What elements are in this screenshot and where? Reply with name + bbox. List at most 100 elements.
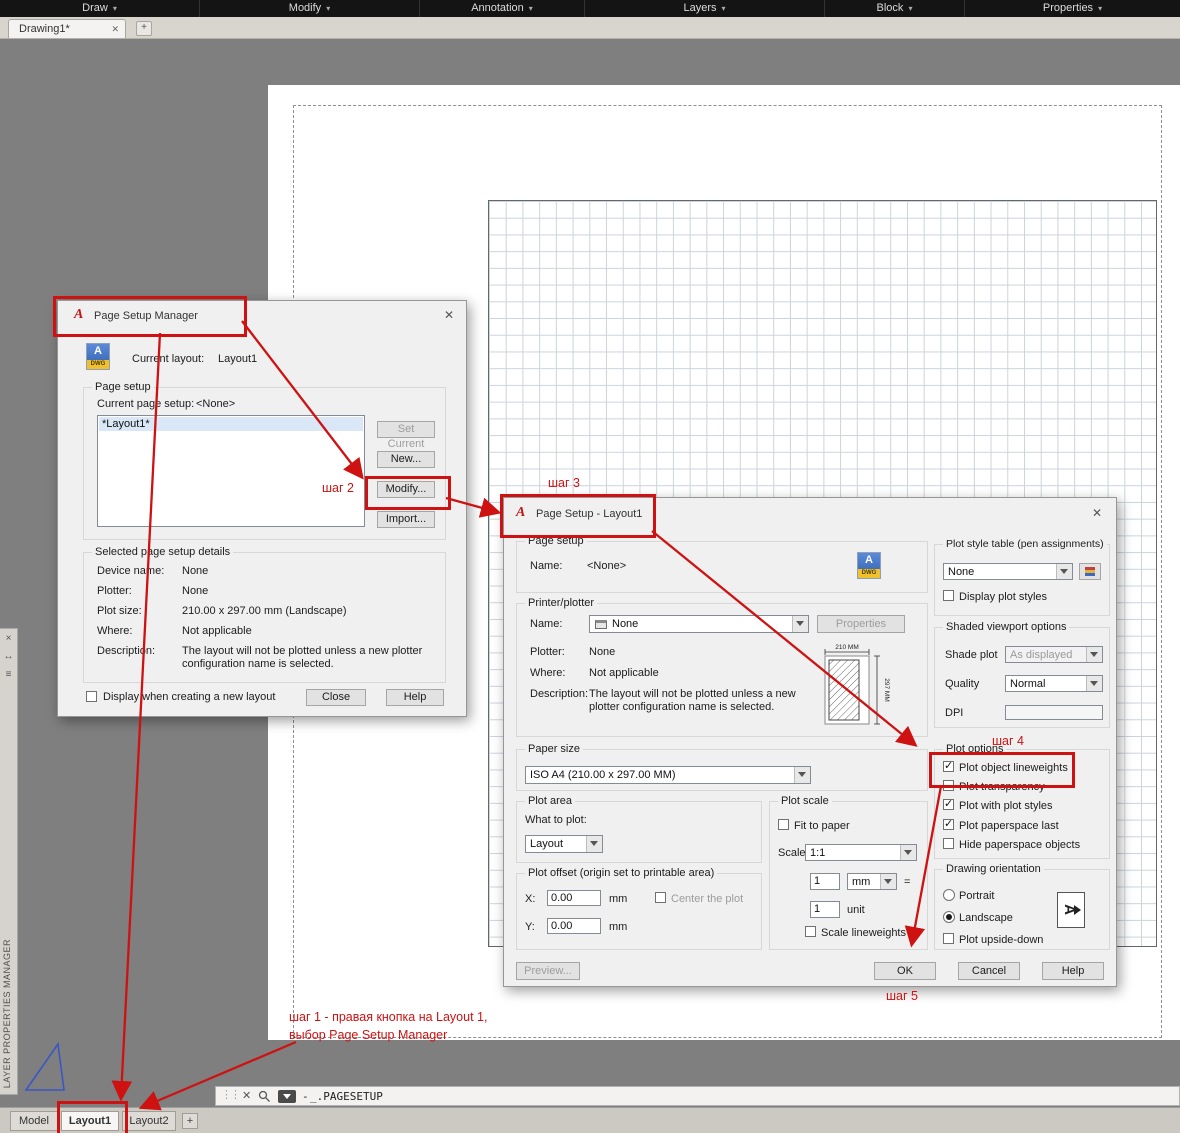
close-icon[interactable]: ✕ <box>242 1089 251 1102</box>
close-icon[interactable]: ✕ <box>1092 506 1102 520</box>
group-label: Page setup <box>92 381 154 393</box>
close-icon[interactable]: ✕ <box>444 308 454 322</box>
scale-denominator-input[interactable]: 1 <box>810 901 840 918</box>
paper-size-select[interactable]: ISO A4 (210.00 x 297.00 MM) <box>525 766 811 784</box>
display-when-new-layout-checkbox[interactable] <box>86 691 97 702</box>
tab-layout1[interactable]: Layout1 <box>61 1111 119 1131</box>
menu-layers[interactable]: Layers ▾ <box>585 0 825 17</box>
y-unit-label: mm <box>609 921 628 933</box>
plot-transparency-checkbox[interactable] <box>943 780 954 791</box>
chevron-down-icon[interactable] <box>1086 676 1102 691</box>
tab-layout2[interactable]: Layout2 <box>122 1111 176 1131</box>
page-setup-group: Page setup Current page setup: <None> *L… <box>83 381 446 540</box>
plot-with-plot-styles-checkbox[interactable] <box>943 797 954 810</box>
menu-block[interactable]: Block ▾ <box>825 0 965 17</box>
properties-button[interactable]: Properties <box>817 615 905 633</box>
quality-select[interactable]: Normal <box>1005 675 1103 692</box>
center-plot-checkbox[interactable] <box>655 892 666 903</box>
display-plot-styles-checkbox[interactable] <box>943 590 954 601</box>
equals-label: = <box>904 876 911 888</box>
shaded-viewport-group: Shaded viewport options Shade plot As di… <box>934 621 1110 728</box>
menu-draw[interactable]: Draw ▾ <box>0 0 200 17</box>
help-button[interactable]: Help <box>386 689 444 706</box>
list-item[interactable]: *Layout1* <box>99 417 363 431</box>
import-button[interactable]: Import... <box>377 511 435 528</box>
new-layout-button[interactable]: + <box>182 1113 198 1129</box>
paper-size-group: Paper size ISO A4 (210.00 x 297.00 MM) <box>516 743 928 791</box>
edit-plot-style-button[interactable] <box>1079 563 1101 580</box>
chevron-down-icon[interactable] <box>794 767 810 783</box>
drawing-tab[interactable]: Drawing1* ✕ <box>8 19 126 38</box>
chevron-down-icon[interactable] <box>792 616 808 632</box>
menu-label: Draw <box>82 2 108 14</box>
plotter-value: None <box>589 646 616 658</box>
autohide-icon[interactable]: ↔ <box>0 651 17 662</box>
dialog-title: Page Setup Manager <box>94 310 198 322</box>
scale-numerator-input[interactable]: 1 <box>810 873 840 890</box>
command-line[interactable]: ⋮⋮ ✕ - _.PAGESETUP <box>215 1086 1180 1106</box>
current-layout-value: Layout1 <box>218 353 258 365</box>
scale-unit-select[interactable]: mm <box>847 873 897 890</box>
new-button[interactable]: New... <box>377 451 435 468</box>
menu-modify[interactable]: Modify ▾ <box>200 0 420 17</box>
paper-size-preview: 210 MM 297 MM <box>824 644 890 725</box>
chevron-down-icon[interactable] <box>900 845 916 860</box>
chevron-down-icon[interactable] <box>586 836 602 852</box>
properties-menu-icon[interactable]: ≡ <box>0 669 17 680</box>
what-to-plot-label: What to plot: <box>525 814 587 826</box>
close-icon[interactable]: ✕ <box>111 20 119 38</box>
page-setup-group: Page setup Name: <None> A DWG <box>516 535 928 593</box>
drag-grip-icon[interactable]: ⋮⋮ <box>221 1088 241 1101</box>
tab-model[interactable]: Model <box>10 1111 58 1131</box>
chevron-down-icon[interactable] <box>1086 647 1102 662</box>
plot-paperspace-last-checkbox[interactable] <box>943 817 954 830</box>
panel-title: LAYER PROPERTIES MANAGER <box>2 938 12 1088</box>
preview-button[interactable]: Preview... <box>516 962 580 980</box>
set-current-button[interactable]: Set Current <box>377 421 435 450</box>
page-setup-dialog: A Page Setup - Layout1 ✕ Page setup Name… <box>503 497 1117 987</box>
preview-width-label: 210 MM <box>835 644 858 651</box>
what-to-plot-select[interactable]: Layout <box>525 835 603 853</box>
fit-to-paper-checkbox[interactable] <box>778 819 789 830</box>
menu-annotation[interactable]: Annotation ▾ <box>420 0 585 17</box>
shade-plot-select[interactable]: As displayed <box>1005 646 1103 663</box>
search-icon[interactable] <box>258 1090 271 1103</box>
y-label: Y: <box>525 921 535 933</box>
chevron-down-icon: ▾ <box>908 4 913 13</box>
dpi-input[interactable] <box>1005 705 1103 720</box>
scale-lineweights-checkbox[interactable] <box>805 926 816 937</box>
paper-size-value: ISO A4 (210.00 x 297.00 MM) <box>530 769 676 781</box>
unit-label: unit <box>847 904 865 916</box>
detail-label: Plot size: <box>97 605 142 617</box>
menu-properties[interactable]: Properties ▾ <box>965 0 1180 17</box>
chevron-down-icon[interactable] <box>880 874 896 889</box>
close-icon[interactable]: × <box>0 633 17 644</box>
hide-paperspace-objects-checkbox[interactable] <box>943 838 954 849</box>
printer-select[interactable]: None <box>589 615 809 633</box>
command-text[interactable]: _.PAGESETUP <box>310 1090 383 1103</box>
ok-button[interactable]: OK <box>874 962 936 980</box>
close-button[interactable]: Close <box>306 689 366 706</box>
portrait-radio[interactable] <box>943 889 955 901</box>
new-drawing-button[interactable]: + <box>136 21 152 36</box>
scale-select[interactable]: 1:1 <box>805 844 917 861</box>
scale-lineweights-label: Scale lineweights <box>821 927 906 939</box>
plot-style-select[interactable]: None <box>943 563 1073 580</box>
plot-transparency-label: Plot transparency <box>959 781 1045 793</box>
x-offset-input[interactable]: 0.00 <box>547 890 601 906</box>
chevron-down-icon: ▾ <box>528 4 533 13</box>
dwg-file-icon: A DWG <box>86 343 110 370</box>
chevron-down-icon[interactable] <box>1056 564 1072 579</box>
modify-button[interactable]: Modify... <box>377 481 435 498</box>
help-button[interactable]: Help <box>1042 962 1104 980</box>
page-setup-list[interactable]: *Layout1* <box>97 415 365 527</box>
layer-properties-panel[interactable]: × ↔ ≡ LAYER PROPERTIES MANAGER <box>0 628 18 1095</box>
y-offset-input[interactable]: 0.00 <box>547 918 601 934</box>
plot-upside-down-checkbox[interactable] <box>943 933 954 944</box>
plot-object-lineweights-checkbox[interactable] <box>943 759 954 772</box>
step5-label: шаг 5 <box>886 989 918 1003</box>
cancel-button[interactable]: Cancel <box>958 962 1020 980</box>
landscape-radio[interactable] <box>943 911 955 923</box>
recent-commands-icon[interactable] <box>278 1090 296 1103</box>
description-label: Description: <box>530 688 589 700</box>
